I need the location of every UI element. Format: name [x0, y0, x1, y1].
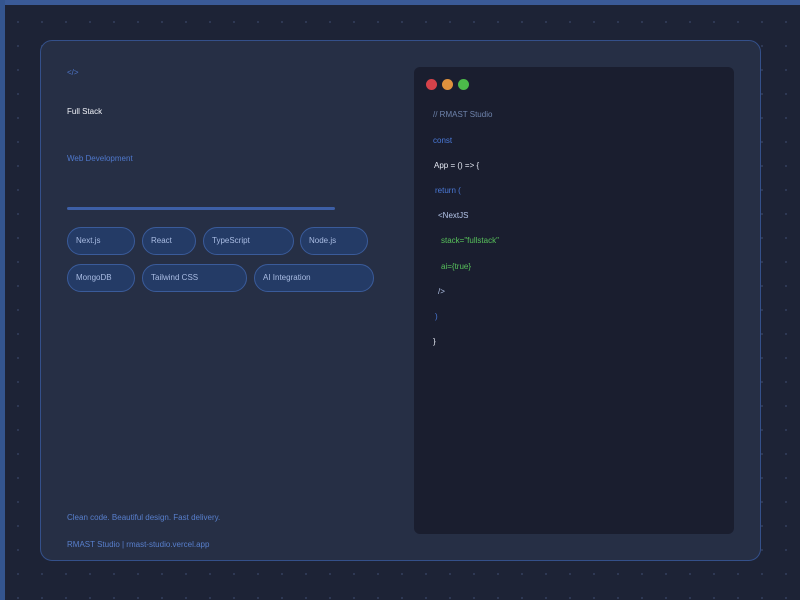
- hero-title: Full Stack: [67, 107, 103, 116]
- window-close-dot: [426, 79, 437, 90]
- code-line-tag-close: />: [438, 287, 445, 296]
- code-icon: </>: [67, 68, 79, 77]
- hero-card: </> Full Stack Web Development Next.js R…: [40, 40, 761, 561]
- code-line-return: return (: [435, 186, 461, 195]
- tech-chip-tailwind: Tailwind CSS: [142, 264, 247, 292]
- left-accent-bar: [0, 0, 5, 600]
- window-maximize-dot: [458, 79, 469, 90]
- studio-credit: RMAST Studio | rmast-studio.vercel.app: [67, 540, 210, 549]
- tech-chip-react: React: [142, 227, 196, 255]
- tech-chip-nodejs: Node.js: [300, 227, 368, 255]
- hero-subtitle: Web Development: [67, 154, 133, 163]
- tech-chip-nextjs: Next.js: [67, 227, 135, 255]
- code-line-app: App = () => {: [434, 161, 480, 170]
- code-line-brace-close: }: [433, 337, 436, 346]
- tech-chip-ai-integration: AI Integration: [254, 264, 374, 292]
- tech-chip-typescript: TypeScript: [203, 227, 294, 255]
- code-window: // RMAST Studio const App = () => { retu…: [414, 67, 734, 534]
- code-line-paren-close: ): [435, 312, 438, 321]
- tech-chip-mongodb: MongoDB: [67, 264, 135, 292]
- code-line-comment: // RMAST Studio: [433, 110, 493, 119]
- code-line-const: const: [433, 136, 453, 145]
- window-minimize-dot: [442, 79, 453, 90]
- divider: [67, 207, 335, 210]
- tagline: Clean code. Beautiful design. Fast deliv…: [67, 513, 221, 522]
- code-line-tag-open: <NextJS: [438, 211, 469, 220]
- code-line-stack-prop: stack="fullstack": [441, 236, 499, 245]
- code-line-ai-prop: ai={true}: [441, 262, 472, 271]
- top-accent-bar: [0, 0, 800, 5]
